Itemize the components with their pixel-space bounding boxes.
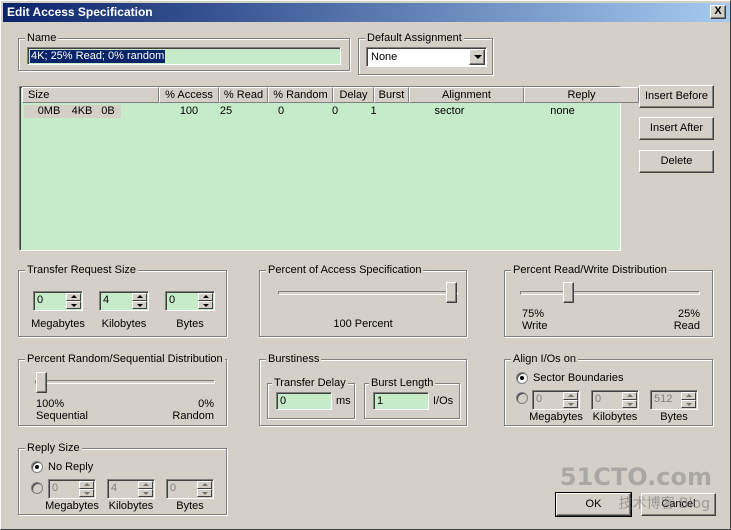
chevron-down-icon — [474, 55, 482, 59]
burstiness-group: Burstiness Transfer Delay 0 ms Burst Len… — [259, 352, 467, 426]
default-assignment-group: Default Assignment None — [358, 31, 493, 75]
sequential-label: Sequential — [36, 410, 88, 422]
no-reply-radio[interactable] — [31, 461, 43, 473]
window-title: Edit Access Specification — [7, 5, 153, 19]
transfer-delay-unit: ms — [336, 395, 351, 407]
percent-access-slider[interactable] — [446, 282, 457, 303]
burst-length-unit: I/Os — [433, 395, 454, 407]
no-reply-label: No Reply — [48, 461, 94, 473]
name-input[interactable]: 4K; 25% Read; 0% random — [27, 47, 341, 65]
cell-size-b: 0B — [101, 105, 115, 117]
percent-access-value: 100 Percent — [333, 318, 393, 330]
percent-access-track — [278, 291, 458, 295]
burst-length-input[interactable]: 1 — [373, 392, 429, 410]
reply-size-radio[interactable] — [31, 482, 43, 494]
transfer-bytes-label: Bytes — [176, 318, 204, 330]
cell-reply: none — [550, 105, 575, 117]
default-assignment-select[interactable]: None — [366, 47, 487, 67]
transfer-kilobytes-label: Kilobytes — [101, 318, 147, 330]
insert-before-button[interactable]: Insert Before — [639, 85, 714, 108]
watermark-subtitle: 技术博客 Blog — [618, 496, 710, 512]
spinner-arrows[interactable] — [132, 293, 147, 309]
random-seq-slider[interactable] — [36, 372, 47, 393]
spinner-arrows[interactable] — [79, 481, 94, 497]
spinner-arrows[interactable] — [622, 392, 637, 408]
name-group-title: Name — [25, 31, 59, 45]
reply-size-title: Reply Size — [25, 441, 82, 455]
cell-size-kb: 4KB — [71, 105, 93, 117]
cell-burst: 1 — [370, 105, 377, 117]
read-write-group: Percent Read/Write Distribution 75% Writ… — [504, 263, 713, 337]
align-megabytes-spinner[interactable]: 0 — [532, 390, 580, 410]
percent-access-title: Percent of Access Specification — [266, 263, 424, 277]
transfer-megabytes-label: Megabytes — [31, 318, 85, 330]
write-label: Write — [522, 320, 548, 332]
cell-alignment: sector — [434, 105, 465, 117]
random-label: Random — [172, 410, 214, 422]
spinner-arrows[interactable] — [198, 293, 213, 309]
name-input-value: 4K; 25% Read; 0% random — [30, 50, 166, 63]
default-assignment-title: Default Assignment — [365, 31, 464, 45]
spinner-arrows[interactable] — [138, 481, 153, 497]
close-button[interactable]: X — [710, 5, 726, 19]
align-size-radio[interactable] — [516, 392, 528, 404]
transfer-size-group: Transfer Request Size 0 4 0 Megabytes Ki… — [18, 263, 227, 337]
cell-random: 0 — [277, 105, 285, 117]
align-bytes-spinner[interactable]: 512 — [650, 390, 698, 410]
watermark-logo: 51CTO.com — [559, 463, 712, 491]
dropdown-button[interactable] — [469, 49, 485, 65]
burstiness-title: Burstiness — [266, 352, 322, 366]
reply-kilobytes-spinner[interactable]: 4 — [107, 479, 155, 499]
spinner-arrows[interactable] — [66, 293, 81, 309]
title-bar[interactable]: Edit Access Specification — [3, 3, 730, 22]
transfer-delay-group: Transfer Delay 0 ms — [267, 376, 355, 419]
random-seq-group: Percent Random/Sequential Distribution 1… — [18, 352, 227, 426]
read-label: Read — [673, 320, 700, 332]
sector-boundaries-radio[interactable] — [516, 372, 528, 384]
burst-length-title: Burst Length — [369, 376, 436, 390]
align-bytes-label: Bytes — [660, 411, 688, 423]
edit-access-spec-dialog: Edit Access Specification X Name 4K; 25%… — [0, 0, 731, 530]
transfer-delay-input[interactable]: 0 — [276, 392, 332, 410]
read-write-slider[interactable] — [563, 282, 574, 303]
percent-access-group: Percent of Access Specification 100 Perc… — [259, 263, 467, 337]
insert-after-button[interactable]: Insert After — [639, 117, 714, 140]
access-spec-table[interactable]: Size % Access % Read % Random Delay Burs… — [19, 86, 639, 251]
random-seq-track — [35, 380, 215, 384]
reply-bytes-label: Bytes — [176, 500, 204, 512]
name-group: Name 4K; 25% Read; 0% random — [18, 31, 350, 71]
transfer-size-title: Transfer Request Size — [25, 263, 139, 277]
align-group: Align I/Os on Sector Boundaries 0 0 512 … — [504, 352, 713, 426]
cell-read: 25 — [219, 105, 233, 117]
reply-size-group: Reply Size No Reply 0 4 0 Megabytes Kilo… — [18, 441, 227, 515]
burst-length-group: Burst Length 1 I/Os — [364, 376, 460, 419]
align-kilobytes-spinner[interactable]: 0 — [591, 390, 639, 410]
delete-button[interactable]: Delete — [639, 150, 714, 173]
spinner-arrows[interactable] — [681, 392, 696, 408]
cell-size-mb: 0MB — [37, 105, 61, 117]
read-write-title: Percent Read/Write Distribution — [511, 263, 669, 277]
cell-delay: 0 — [331, 105, 339, 117]
sector-boundaries-label: Sector Boundaries — [533, 372, 624, 384]
transfer-kilobytes-spinner[interactable]: 4 — [99, 291, 149, 311]
default-assignment-value: None — [371, 51, 398, 63]
read-write-track — [520, 291, 700, 295]
close-icon: X — [714, 5, 722, 17]
random-seq-title: Percent Random/Sequential Distribution — [25, 352, 225, 366]
transfer-bytes-spinner[interactable]: 0 — [165, 291, 215, 311]
transfer-delay-title: Transfer Delay — [272, 376, 348, 390]
reply-bytes-spinner[interactable]: 0 — [166, 479, 214, 499]
align-title: Align I/Os on — [511, 352, 578, 366]
spinner-arrows[interactable] — [197, 481, 212, 497]
spinner-arrows[interactable] — [563, 392, 578, 408]
transfer-megabytes-spinner[interactable]: 0 — [33, 291, 83, 311]
reply-megabytes-spinner[interactable]: 0 — [48, 479, 96, 499]
table-row[interactable]: 0MB 4KB 0B 100 25 0 0 1 sector none — [20, 87, 620, 121]
